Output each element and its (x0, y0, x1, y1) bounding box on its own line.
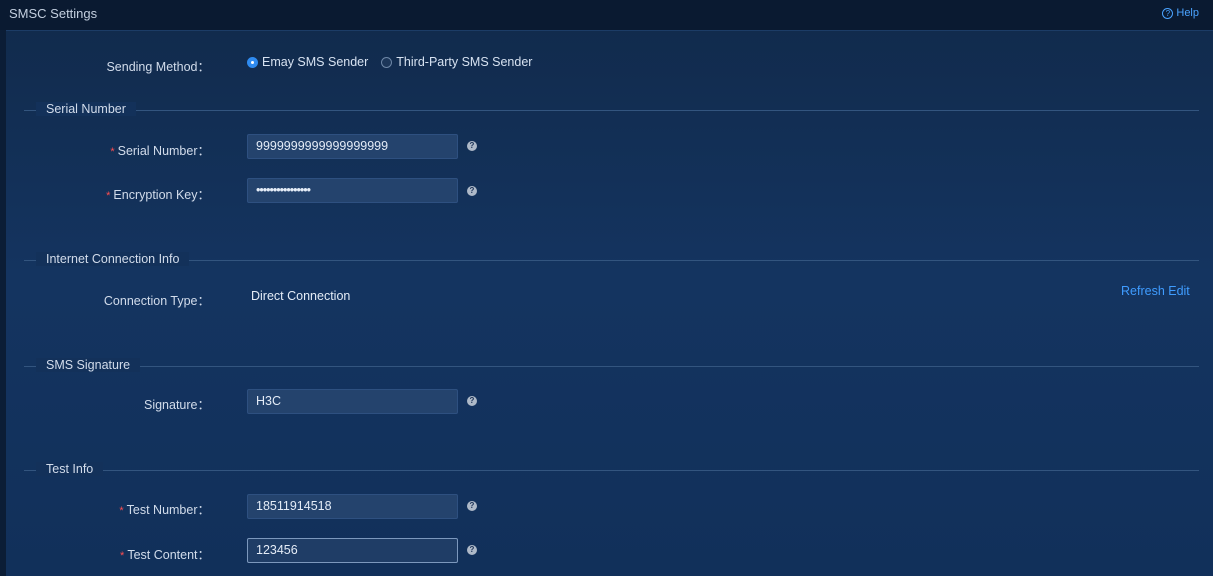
serial-number-input[interactable]: 9999999999999999999 (247, 134, 458, 159)
section-test-info: Test Info (24, 462, 1199, 477)
settings-panel: Sending Method： Emay SMS Sender Third-Pa… (6, 30, 1213, 576)
radio-unchecked-icon (381, 56, 393, 68)
section-divider (24, 260, 1199, 261)
section-sms-signature: SMS Signature (24, 358, 1199, 373)
radio-emay-sms-sender[interactable]: Emay SMS Sender (247, 55, 368, 69)
top-bar: SMSC Settings ? Help (0, 0, 1213, 30)
question-icon[interactable]: ? (467, 396, 477, 406)
signature-label: Signature： (143, 398, 210, 412)
section-title-test-info: Test Info (36, 462, 104, 476)
section-divider (24, 470, 1199, 471)
required-asterisk: * (106, 190, 111, 202)
required-asterisk: * (119, 505, 124, 517)
radio-third-party-sms-sender[interactable]: Third-Party SMS Sender (381, 55, 532, 69)
section-title-sms-signature: SMS Signature (36, 358, 141, 372)
test-content-label: * Test Content： (120, 548, 210, 562)
section-title-serial-number: Serial Number (36, 102, 136, 116)
refresh-edit-link[interactable]: Refresh Edit (1121, 284, 1190, 298)
help-label: Help (1176, 7, 1199, 19)
encryption-key-input[interactable]: •••••••••••••••• (247, 178, 458, 203)
question-icon[interactable]: ? (467, 545, 477, 555)
section-internet-connection-info: Internet Connection Info (24, 252, 1199, 267)
radio-label-emay: Emay SMS Sender (262, 55, 369, 69)
test-content-input[interactable]: 123456 (247, 538, 458, 563)
required-asterisk: * (120, 550, 125, 562)
help-circle-icon: ? (1162, 7, 1174, 19)
page-title: SMSC Settings (9, 6, 98, 21)
sending-method-label: Sending Method： (106, 60, 210, 74)
help-link[interactable]: ? Help (1162, 7, 1199, 19)
connection-type-value: Direct Connection (251, 289, 351, 303)
required-asterisk: * (110, 146, 115, 158)
test-number-label: * Test Number： (119, 503, 210, 517)
section-divider (24, 110, 1199, 111)
question-icon[interactable]: ? (467, 186, 477, 196)
encryption-key-label: * Encryption Key： (106, 188, 210, 202)
radio-label-third-party: Third-Party SMS Sender (396, 55, 533, 69)
question-icon[interactable]: ? (467, 501, 477, 511)
signature-input[interactable]: H3C (247, 389, 458, 414)
test-number-input[interactable]: 18511914518 (247, 494, 458, 519)
radio-checked-icon (247, 56, 258, 68)
question-icon[interactable]: ? (467, 141, 477, 151)
serial-number-label: * Serial Number： (110, 144, 210, 158)
section-divider (24, 366, 1199, 367)
section-title-internet-connection-info: Internet Connection Info (36, 252, 190, 266)
sending-method-radio-group: Emay SMS Sender Third-Party SMS Sender (247, 55, 532, 69)
section-serial-number: Serial Number (24, 102, 1199, 117)
connection-type-label: Connection Type： (103, 294, 210, 308)
